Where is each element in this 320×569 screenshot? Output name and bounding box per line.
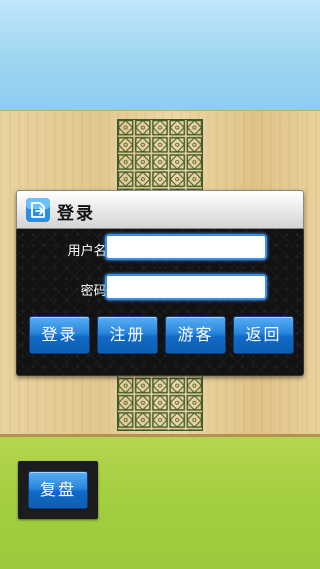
login-doc-icon (26, 198, 50, 222)
login-button[interactable]: 登录 (29, 316, 90, 354)
login-dialog: 登录 用户名: 密码: 登录 注册 游客 返回 (16, 190, 304, 376)
username-label: 用户名: (67, 244, 111, 259)
username-input[interactable] (105, 234, 267, 260)
dialog-title: 登录 (57, 204, 95, 224)
replay-button-frame: 复盘 (18, 461, 98, 519)
back-button[interactable]: 返回 (233, 316, 294, 354)
sky-background (0, 0, 320, 110)
password-input[interactable] (105, 274, 267, 300)
dialog-body: 用户名: 密码: 登录 注册 游客 返回 (16, 229, 304, 376)
register-button[interactable]: 注册 (97, 316, 158, 354)
guest-button[interactable]: 游客 (165, 316, 226, 354)
password-label: 密码: (80, 284, 111, 299)
replay-button[interactable]: 复盘 (28, 471, 88, 509)
dialog-header: 登录 (16, 190, 304, 229)
